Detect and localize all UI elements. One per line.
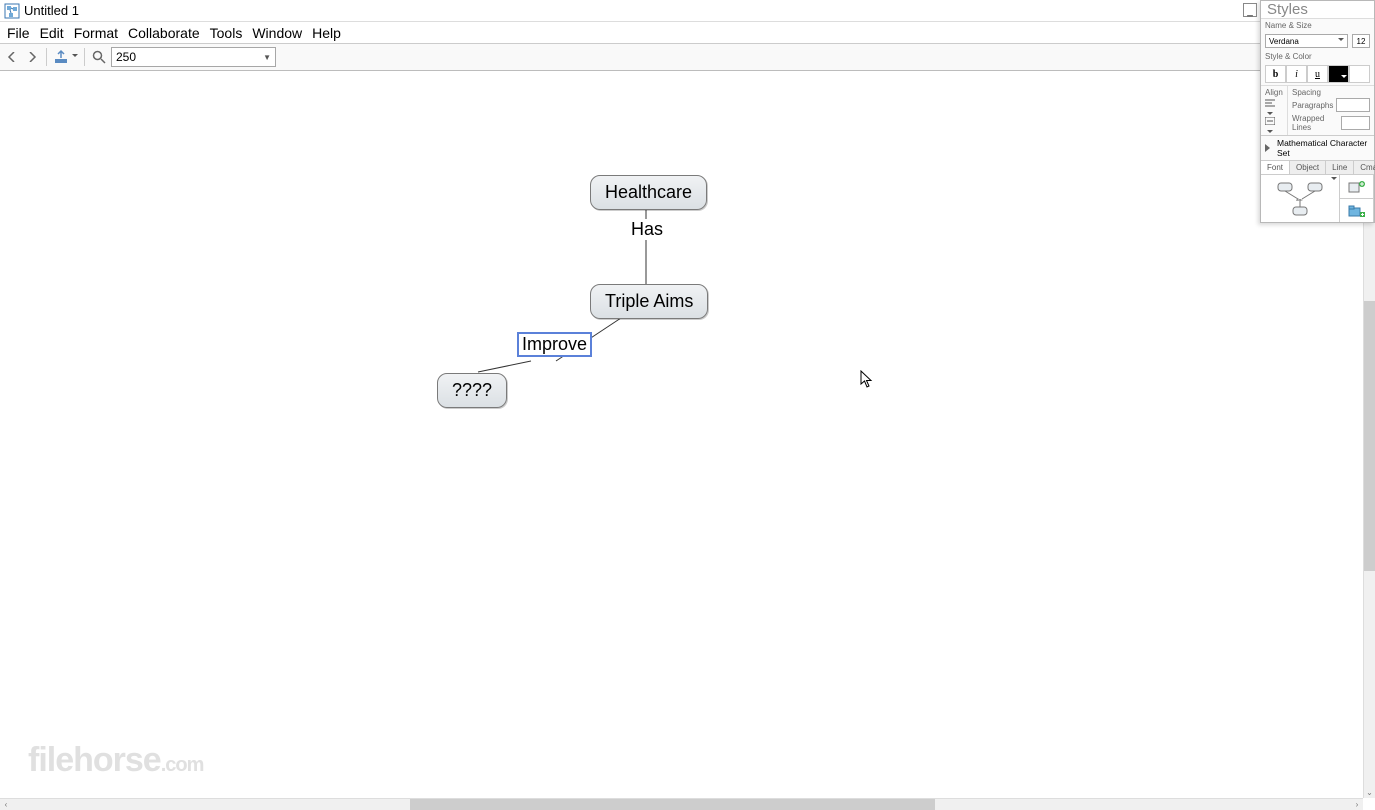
tab-font[interactable]: Font bbox=[1261, 161, 1290, 174]
zoom-value: 250 bbox=[116, 50, 136, 64]
style-color-label: Style & Color bbox=[1261, 50, 1374, 63]
font-family-value: Verdana bbox=[1269, 37, 1299, 46]
paragraphs-input[interactable] bbox=[1336, 98, 1370, 112]
align-v-button[interactable] bbox=[1265, 117, 1283, 131]
math-charset-label: Mathematical Character Set bbox=[1277, 138, 1370, 158]
tab-line[interactable]: Line bbox=[1326, 161, 1354, 174]
toolbar-separator bbox=[84, 48, 85, 66]
watermark-main: filehorse bbox=[28, 741, 161, 780]
menu-window[interactable]: Window bbox=[247, 25, 307, 41]
align-label: Align bbox=[1265, 88, 1283, 97]
menu-format[interactable]: Format bbox=[69, 25, 123, 41]
link-label-text: Improve bbox=[522, 334, 587, 354]
math-charset-toggle[interactable]: Mathematical Character Set bbox=[1261, 135, 1374, 160]
chevron-down-icon bbox=[1338, 38, 1344, 44]
window-title: Untitled 1 bbox=[24, 3, 79, 18]
font-size-value: 12 bbox=[1357, 37, 1366, 46]
canvas-wrap: Healthcare Has Triple Aims Improve ???? … bbox=[0, 71, 1375, 810]
menu-file[interactable]: File bbox=[2, 25, 35, 41]
wrapped-lines-label: Wrapped Lines bbox=[1292, 114, 1338, 132]
nav-back-button[interactable] bbox=[4, 49, 20, 65]
concept-label: Healthcare bbox=[605, 182, 692, 202]
link-improve-editing[interactable]: Improve bbox=[517, 332, 592, 357]
text-color-swatch[interactable] bbox=[1328, 65, 1349, 83]
triangle-right-icon bbox=[1265, 144, 1274, 152]
horizontal-scrollbar[interactable]: ‹ › bbox=[0, 798, 1363, 810]
minimize-button[interactable]: _ bbox=[1243, 3, 1257, 17]
chevron-down-icon[interactable]: ⌄ bbox=[1364, 786, 1375, 798]
app-icon bbox=[4, 3, 20, 19]
font-family-combo[interactable]: Verdana bbox=[1265, 34, 1348, 48]
menubar: File Edit Format Collaborate Tools Windo… bbox=[0, 22, 1375, 44]
bold-button[interactable]: b bbox=[1265, 65, 1286, 83]
chevron-right-icon[interactable]: › bbox=[1351, 799, 1363, 810]
name-size-label: Name & Size bbox=[1261, 19, 1374, 32]
menu-help[interactable]: Help bbox=[307, 25, 346, 41]
chevron-left-icon[interactable]: ‹ bbox=[0, 799, 12, 810]
chevron-down-icon bbox=[72, 54, 78, 60]
svg-text:abc: abc bbox=[1296, 197, 1302, 202]
menu-collaborate[interactable]: Collaborate bbox=[123, 25, 205, 41]
zoom-combo[interactable]: 250 ▼ bbox=[111, 47, 276, 67]
styles-title-text: Styles bbox=[1267, 1, 1308, 18]
cmap-canvas[interactable]: Healthcare Has Triple Aims Improve ???? … bbox=[0, 71, 1375, 810]
underline-button[interactable]: u bbox=[1307, 65, 1328, 83]
tab-cmap[interactable]: Cmap bbox=[1354, 161, 1375, 174]
toolbar: 250 ▼ bbox=[0, 44, 1375, 71]
link-has[interactable]: Has bbox=[631, 219, 663, 240]
vscroll-thumb[interactable] bbox=[1364, 301, 1375, 571]
font-size-input[interactable]: 12 bbox=[1352, 34, 1370, 48]
titlebar: Untitled 1 bbox=[0, 0, 1375, 22]
style-add-button[interactable] bbox=[1340, 175, 1373, 199]
nav-forward-button[interactable] bbox=[24, 49, 40, 65]
watermark: filehorse.com bbox=[28, 741, 203, 780]
align-h-button[interactable] bbox=[1265, 99, 1283, 113]
concept-label: Triple Aims bbox=[605, 291, 693, 311]
italic-button[interactable]: i bbox=[1286, 65, 1307, 83]
concept-triple-aims[interactable]: Triple Aims bbox=[590, 284, 708, 319]
spacing-label: Spacing bbox=[1292, 88, 1370, 97]
concept-placeholder[interactable]: ???? bbox=[437, 373, 507, 408]
styles-panel-title[interactable]: Styles bbox=[1261, 1, 1374, 19]
menu-tools[interactable]: Tools bbox=[205, 25, 248, 41]
styles-panel: _ Styles Name & Size Verdana 12 Style & … bbox=[1260, 0, 1375, 223]
style-preview[interactable]: abc bbox=[1261, 175, 1340, 222]
concept-label: ???? bbox=[452, 380, 492, 400]
concept-healthcare[interactable]: Healthcare bbox=[590, 175, 707, 210]
export-split-button[interactable] bbox=[53, 47, 78, 67]
link-label-text: Has bbox=[631, 219, 663, 239]
paragraphs-label: Paragraphs bbox=[1292, 101, 1333, 110]
more-color-button[interactable] bbox=[1349, 65, 1370, 83]
chevron-down-icon bbox=[1267, 130, 1273, 136]
toolbar-separator bbox=[46, 48, 47, 66]
zoom-icon[interactable] bbox=[91, 49, 107, 65]
tab-object[interactable]: Object bbox=[1290, 161, 1326, 174]
chevron-down-icon bbox=[1331, 177, 1337, 183]
chevron-down-icon: ▼ bbox=[263, 53, 271, 62]
style-add-folder-button[interactable] bbox=[1340, 199, 1373, 222]
wrapped-lines-input[interactable] bbox=[1341, 116, 1370, 130]
mouse-cursor-icon bbox=[860, 370, 874, 388]
menu-edit[interactable]: Edit bbox=[35, 25, 69, 41]
watermark-com: .com bbox=[161, 754, 204, 777]
hscroll-thumb[interactable] bbox=[410, 799, 935, 810]
